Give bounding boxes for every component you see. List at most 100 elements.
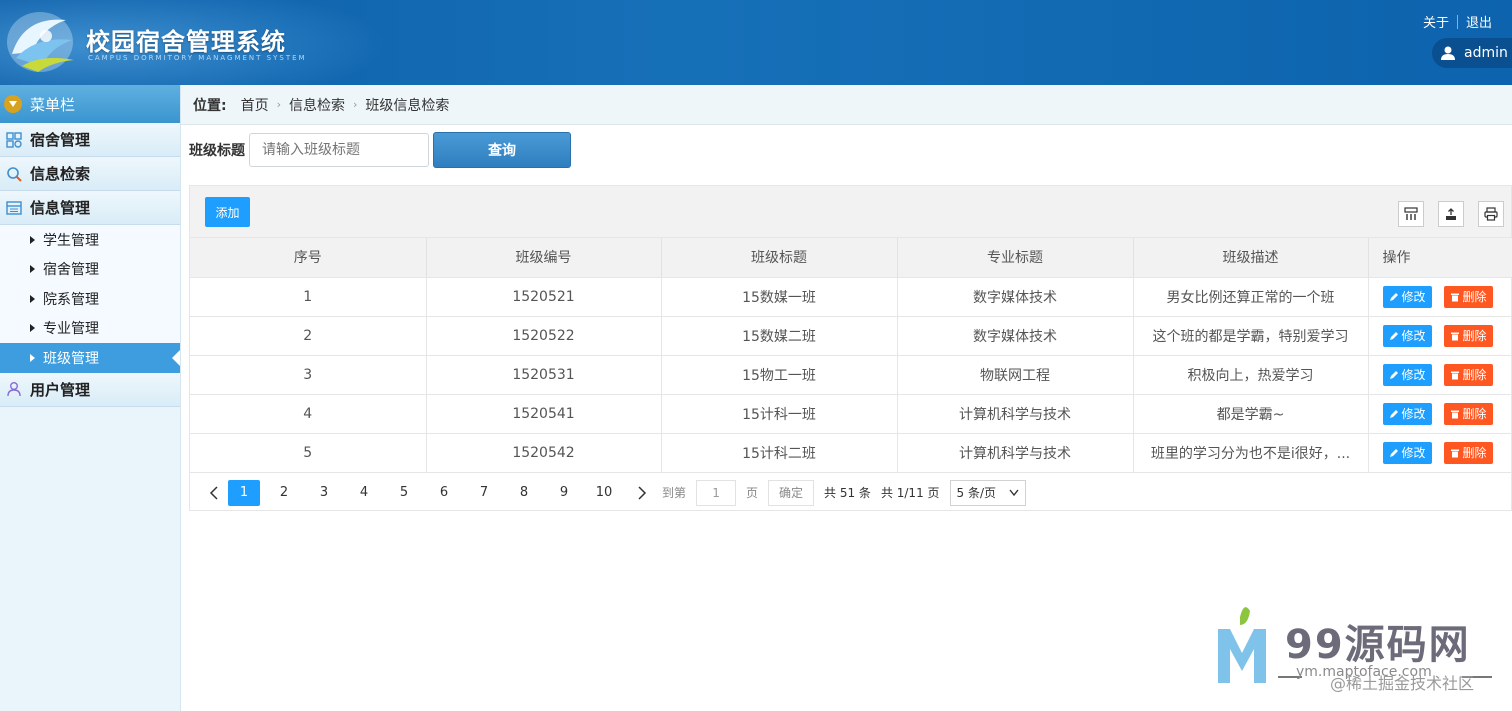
column-header[interactable]: 班级编号 [426,238,662,278]
grid-icon [6,131,22,148]
watermark-credit: @稀土掘金技术社区 [1330,674,1475,693]
delete-label: 删除 [1462,446,1487,460]
goto-confirm-button[interactable]: 确定 [768,479,815,506]
edit-button[interactable]: 修改 [1382,441,1432,464]
cell-code: 1520541 [426,394,662,434]
cell-desc: 班里的学习分为也不是i很好，... [1133,433,1369,473]
page-3[interactable]: 3 [308,480,340,506]
trash-icon [1450,332,1459,340]
class-title-input[interactable] [249,133,429,167]
chevron-left-icon [209,485,218,500]
menu-group-info-manage[interactable]: 信息管理 [0,191,180,225]
about-link[interactable]: 关于 [1415,12,1457,31]
breadcrumb-home[interactable]: 首页 [241,95,269,115]
next-page-button[interactable] [628,480,656,506]
cell-major: 计算机科学与技术 [897,433,1134,473]
goto-page-input[interactable]: 1 [696,479,737,506]
column-header[interactable]: 序号 [190,238,427,278]
sidebar-item-dorms[interactable]: 宿舍管理 [0,255,180,285]
edit-button[interactable]: 修改 [1382,285,1432,308]
menu-group-label: 宿舍管理 [30,131,91,149]
column-header[interactable]: 专业标题 [897,238,1134,278]
column-header: 操作 [1368,238,1512,278]
menu-group-search[interactable]: 信息检索 [0,157,180,191]
delete-button[interactable]: 删除 [1443,285,1493,308]
user-badge[interactable]: admin [1432,38,1512,68]
cell-title: 15计科一班 [661,394,898,434]
sidebar-item-classes[interactable]: 班级管理 [0,343,180,373]
pencil-icon [1389,370,1398,379]
print-icon[interactable] [1478,201,1504,227]
sidebar-item-students[interactable]: 学生管理 [0,225,180,255]
trash-icon [1450,410,1459,418]
export-icon[interactable] [1438,201,1464,227]
goto-label: 到第 [662,486,687,500]
breadcrumb-info-search[interactable]: 信息检索 [289,95,345,115]
sidebar-item-label: 学生管理 [43,232,99,249]
page-size-select[interactable]: 5 条/页 [949,479,1026,506]
logout-link[interactable]: 退出 [1458,12,1500,31]
chevron-right-icon: › [353,98,358,111]
add-button[interactable]: 添加 [205,197,250,227]
table-row: 5 1520542 15计科二班 计算机科学与技术 班里的学习分为也不是i很好，… [190,433,1512,473]
cell-actions: 修改 删除 [1368,394,1512,434]
delete-button[interactable]: 删除 [1443,441,1493,464]
cell-actions: 修改 删除 [1368,316,1512,356]
page-6[interactable]: 6 [428,480,460,506]
table-header-row: 序号 班级编号 班级标题 专业标题 班级描述 操作 [190,238,1512,278]
page-5[interactable]: 5 [388,480,420,506]
page-9[interactable]: 9 [548,480,580,506]
cell-actions: 修改 删除 [1368,433,1512,473]
edit-label: 修改 [1401,368,1426,382]
cell-title: 15物工一班 [661,355,898,395]
cell-code: 1520521 [426,277,662,317]
menu-group-dormitory[interactable]: 宿舍管理 [0,123,180,157]
list-icon [6,200,22,215]
sidebar-item-label: 班级管理 [43,350,99,367]
caret-right-icon [30,353,35,362]
pencil-icon [1389,409,1398,418]
table-row: 1 1520521 15数媒一班 数字媒体技术 男女比例还算正常的一个班 修改 删… [190,277,1512,317]
edit-button[interactable]: 修改 [1382,363,1432,386]
column-header[interactable]: 班级描述 [1133,238,1369,278]
columns-filter-icon[interactable] [1398,201,1424,227]
cell-code: 1520522 [426,316,662,356]
page-10[interactable]: 10 [588,480,620,506]
edit-label: 修改 [1401,329,1426,343]
page-4[interactable]: 4 [348,480,380,506]
page-8[interactable]: 8 [508,480,540,506]
edit-button[interactable]: 修改 [1382,324,1432,347]
pencil-icon [1389,292,1398,301]
query-button[interactable]: 查询 [433,132,571,168]
app-title: 校园宿舍管理系统 [86,28,286,56]
delete-button[interactable]: 删除 [1443,324,1493,347]
prev-page-button[interactable] [200,480,228,506]
delete-button[interactable]: 删除 [1443,363,1493,386]
pencil-icon [1389,448,1398,457]
logo-icon [7,12,74,72]
cell-title: 15计科二班 [661,433,898,473]
cell-actions: 修改 删除 [1368,277,1512,317]
sidebar-item-departments[interactable]: 院系管理 [0,284,180,314]
class-table: 序号 班级编号 班级标题 专业标题 班级描述 操作 1 1520521 15数媒… [190,238,1512,473]
delete-button[interactable]: 删除 [1443,402,1493,425]
sidebar-item-majors[interactable]: 专业管理 [0,314,180,344]
edit-button[interactable]: 修改 [1382,402,1432,425]
data-table-panel: 添加 序号 班级编号 班级标题 专业标题 班级描述 操作 1 1520521 1… [189,185,1512,511]
menu-group-users[interactable]: 用户管理 [0,372,180,407]
page-1[interactable]: 1 [228,479,260,506]
cell-no: 1 [190,277,427,317]
cell-desc: 都是学霸~ [1133,394,1369,434]
column-header[interactable]: 班级标题 [661,238,898,278]
cell-actions: 修改 删除 [1368,355,1512,395]
chevron-right-icon: › [276,98,282,111]
table-row: 2 1520522 15数媒二班 数字媒体技术 这个班的都是学霸，特别爱学习 修… [190,316,1512,356]
caret-right-icon [30,235,35,244]
cell-title: 15数媒二班 [661,316,898,356]
delete-label: 删除 [1462,407,1487,421]
search-label: 班级标题 [189,143,245,159]
page-2[interactable]: 2 [268,480,300,506]
cell-desc: 男女比例还算正常的一个班 [1133,277,1369,317]
menu-header[interactable]: 菜单栏 [0,85,180,123]
page-7[interactable]: 7 [468,480,500,506]
